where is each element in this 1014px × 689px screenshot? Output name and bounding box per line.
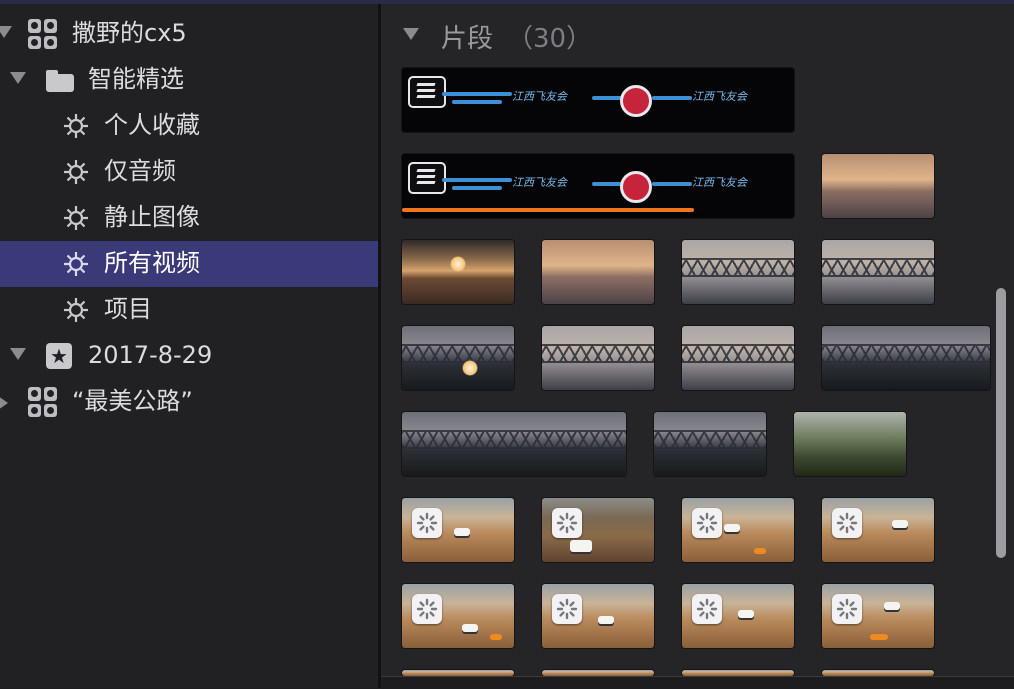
sidebar-item-label: 个人收藏 bbox=[104, 111, 200, 139]
sidebar-item-label: 撒野的cx5 bbox=[72, 19, 187, 47]
sidebar-item-library-cx5[interactable]: 撒野的cx5 bbox=[0, 11, 378, 57]
clip-thumbnail[interactable]: 江西飞友会 江西飞友会 bbox=[402, 68, 794, 132]
clip-thumbnail[interactable] bbox=[402, 240, 514, 304]
title-clip-icon bbox=[408, 162, 446, 194]
clip-thumbnail[interactable]: 江西飞友会 江西飞友会 bbox=[402, 154, 794, 218]
disclosure-triangle-icon[interactable] bbox=[10, 72, 26, 84]
clip-thumbnail[interactable] bbox=[682, 240, 794, 304]
gear-icon bbox=[62, 250, 90, 278]
clip-thumbnail[interactable] bbox=[542, 326, 654, 390]
clip-browser: 片段 （30） 江西飞友会 江西飞友会 江西飞友会 江西飞友会 bbox=[381, 4, 1014, 689]
logo-thumbnail: 江西飞友会 江西飞友会 bbox=[442, 68, 792, 132]
clip-thumbnail[interactable] bbox=[542, 584, 654, 648]
clip-filmstrip[interactable] bbox=[402, 412, 626, 476]
title-clip-icon bbox=[408, 76, 446, 108]
loading-icon bbox=[552, 594, 582, 624]
loading-icon bbox=[412, 508, 442, 538]
sidebar-item-all-video[interactable]: 所有视频 bbox=[0, 241, 378, 287]
browser-bottom-bar bbox=[381, 676, 1014, 689]
loading-icon bbox=[692, 594, 722, 624]
folder-icon bbox=[46, 70, 74, 92]
sidebar-item-smart-collections[interactable]: 智能精选 bbox=[0, 57, 378, 103]
analysis-progress-bar bbox=[402, 208, 694, 212]
sidebar-item-favorites[interactable]: 个人收藏 bbox=[0, 103, 378, 149]
disclosure-triangle-icon[interactable] bbox=[0, 26, 12, 38]
vertical-scrollbar[interactable] bbox=[996, 288, 1006, 558]
clip-thumbnail[interactable] bbox=[822, 154, 934, 218]
clip-thumbnail[interactable] bbox=[682, 326, 794, 390]
sidebar-item-audio-only[interactable]: 仅音频 bbox=[0, 149, 378, 195]
clip-thumbnail[interactable] bbox=[542, 240, 654, 304]
sidebar-item-event-2017-8-29[interactable]: ★ 2017-8-29 bbox=[0, 333, 378, 379]
sidebar-item-library-best-road[interactable]: “最美公路” bbox=[0, 379, 378, 425]
loading-icon bbox=[552, 508, 582, 538]
clip-filmstrip[interactable] bbox=[822, 326, 990, 390]
sidebar-item-label: 智能精选 bbox=[88, 65, 184, 93]
clip-thumbnail[interactable] bbox=[822, 240, 934, 304]
sidebar-item-projects[interactable]: 项目 bbox=[0, 287, 378, 333]
sidebar-item-stills[interactable]: 静止图像 bbox=[0, 195, 378, 241]
section-count: （30） bbox=[507, 24, 593, 54]
clip-thumbnail[interactable] bbox=[542, 498, 654, 562]
clip-thumbnail[interactable] bbox=[654, 412, 766, 476]
loading-icon bbox=[832, 594, 862, 624]
loading-icon bbox=[692, 508, 722, 538]
clip-thumbnail[interactable] bbox=[682, 498, 794, 562]
clip-thumbnail[interactable] bbox=[402, 498, 514, 562]
library-sidebar: 撒野的cx5 智能精选 个人收藏 仅音频 静止图像 所有视频 项目 ★ 2017… bbox=[0, 4, 378, 688]
event-star-icon: ★ bbox=[46, 343, 72, 369]
clip-thumbnail[interactable] bbox=[682, 584, 794, 648]
disclosure-triangle-icon[interactable] bbox=[10, 348, 26, 360]
loading-icon bbox=[832, 508, 862, 538]
gear-icon bbox=[62, 296, 90, 324]
gear-icon bbox=[62, 158, 90, 186]
clip-thumbnail[interactable] bbox=[822, 584, 934, 648]
sidebar-item-label: “最美公路” bbox=[72, 387, 193, 415]
loading-icon bbox=[412, 594, 442, 624]
sidebar-item-label: 仅音频 bbox=[104, 157, 176, 185]
disclosure-triangle-icon[interactable] bbox=[0, 396, 8, 410]
sidebar-item-label: 所有视频 bbox=[104, 249, 200, 277]
gear-icon bbox=[62, 204, 90, 232]
sidebar-item-label: 静止图像 bbox=[104, 203, 200, 231]
section-title: 片段 bbox=[441, 24, 494, 54]
clip-thumbnail[interactable] bbox=[794, 412, 906, 476]
library-grid-icon bbox=[28, 19, 58, 49]
sidebar-item-label: 2017-8-29 bbox=[88, 341, 213, 369]
disclosure-triangle-icon[interactable] bbox=[403, 28, 419, 40]
gear-icon bbox=[62, 112, 90, 140]
clip-thumbnail[interactable] bbox=[402, 326, 514, 390]
clip-thumbnail[interactable] bbox=[402, 584, 514, 648]
sidebar-item-label: 项目 bbox=[104, 295, 152, 323]
library-grid-icon bbox=[28, 387, 58, 417]
clip-thumbnail[interactable] bbox=[822, 498, 934, 562]
